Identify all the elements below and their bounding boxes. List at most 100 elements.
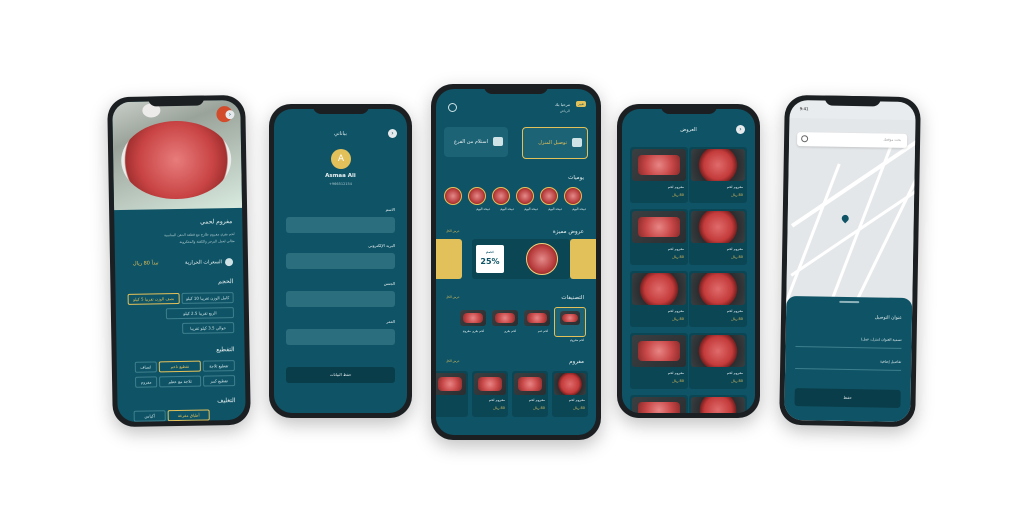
location-pin-icon[interactable] — [840, 213, 851, 224]
daily-item-image[interactable] — [444, 187, 462, 205]
size-option[interactable]: الربع تقريبا 2.5 كيلو — [165, 307, 235, 320]
product-card[interactable]: مفروم لحم 80 ريال — [512, 371, 548, 417]
product-card[interactable]: مفروم لحم 80 ريال — [552, 371, 588, 417]
notch — [312, 104, 369, 114]
daily-item-label: ذبيحة اليوم — [476, 207, 490, 211]
offer-card[interactable]: مفروم لحم 80 ريال — [630, 147, 688, 203]
search-icon — [801, 135, 809, 143]
delivery-home-label: توصيل المنزل — [538, 140, 567, 146]
offer-card[interactable]: مفروم لحم 80 ريال — [630, 209, 688, 265]
name-field[interactable] — [286, 217, 395, 233]
back-icon[interactable]: › — [388, 129, 397, 138]
offer-name: مفروم لحم — [667, 185, 684, 189]
cutting-option[interactable]: انصاف — [134, 361, 157, 373]
offer-name: مفروم لحم — [667, 371, 684, 375]
save-button[interactable]: حفظ البيانات — [286, 367, 395, 383]
daily-item-image[interactable] — [564, 187, 582, 205]
cutting-option[interactable]: مفروم — [135, 376, 158, 388]
category-label: لحم غنم — [537, 329, 548, 333]
cutting-option[interactable]: تقطيع ثلاجة — [202, 360, 235, 372]
view-all-link[interactable]: عرض الكل — [446, 295, 460, 299]
email-field[interactable] — [286, 253, 395, 269]
product-card[interactable] — [436, 371, 468, 417]
save-button-label: حفظ البيانات — [329, 372, 352, 377]
category-card-selected[interactable] — [554, 307, 586, 337]
discount-card: خصم 25% — [476, 245, 504, 273]
offer-banner-side[interactable] — [570, 239, 596, 279]
offer-card[interactable]: مفروم لحم 80 ريال — [689, 271, 747, 327]
menu-icon[interactable] — [448, 103, 457, 112]
search-input[interactable]: بحث موقعك — [796, 132, 908, 148]
cutting-option[interactable]: ثلاجة مع عظم — [159, 375, 202, 388]
view-all-link[interactable]: عرض الكل — [446, 229, 460, 233]
offer-card[interactable]: مفروم لحم 80 ريال — [630, 333, 688, 389]
age-field[interactable] — [286, 329, 395, 345]
size-option[interactable]: كامل الوزن تقريبا 10 كيلو — [181, 292, 234, 304]
offer-image — [691, 211, 745, 243]
product-image — [474, 373, 506, 395]
product-price: 80 ريال — [573, 406, 585, 410]
map-area[interactable] — [784, 117, 916, 324]
offer-name: مفروم لحم — [726, 309, 743, 313]
categories-heading: التصنيفات — [561, 295, 584, 301]
product-card[interactable]: مفروم لحم 80 ريال — [472, 371, 508, 417]
offer-price: 80 ريال — [731, 379, 743, 383]
offer-price: 80 ريال — [672, 317, 684, 321]
daily-item-label: ذبيحة اليوم — [524, 207, 538, 211]
notch — [148, 95, 205, 107]
category-image[interactable] — [492, 310, 518, 326]
offer-banner-side[interactable] — [436, 239, 462, 279]
product-image — [436, 373, 466, 395]
category-image[interactable] — [460, 310, 486, 326]
status-time: 9:41 — [799, 106, 809, 112]
avatar[interactable]: A — [331, 149, 351, 169]
offer-image — [632, 149, 686, 181]
daily-item-image[interactable] — [516, 187, 534, 205]
size-option[interactable]: نصف الوزن تقريبا 5 كيلو — [127, 292, 180, 305]
view-all-link[interactable]: عرض الكل — [446, 359, 460, 363]
pickup-button[interactable]: استلام من الفرع — [444, 127, 508, 157]
daily-item-image[interactable] — [492, 187, 510, 205]
packing-option[interactable]: أطباق مفرغة — [167, 409, 210, 422]
offer-card[interactable]: مفروم لحم 80 ريال — [630, 271, 688, 327]
back-icon[interactable]: › — [736, 125, 745, 134]
sheet-handle[interactable] — [839, 300, 860, 304]
address-sheet: عنوان التوصيل تسمية العنوان (منزل، عمل) … — [784, 295, 913, 423]
cutting-option[interactable]: تقطيع كبير — [203, 375, 236, 387]
product-title: مفروم لحمي — [200, 218, 233, 226]
offer-card[interactable]: مفروم لحم 80 ريال — [689, 209, 747, 265]
field-label-gender: الجنس — [383, 281, 395, 286]
category-image[interactable] — [524, 310, 550, 326]
discount-label: خصم — [485, 249, 495, 254]
offer-image — [632, 397, 686, 413]
offer-image — [691, 397, 745, 413]
save-address-label: حفظ — [843, 394, 852, 401]
offer-banner[interactable]: خصم 25% — [472, 239, 570, 279]
phone-home: مرحبا بك الرياض تغيير توصيل المنزل استلا… — [431, 84, 601, 440]
daily-item-image[interactable] — [540, 187, 558, 205]
divider — [795, 368, 902, 371]
gender-field[interactable] — [286, 291, 395, 307]
daily-item-label: ذبيحة اليوم — [500, 207, 514, 211]
phone-product-details: › مفروم لحمي لحم بقري مفروم طازج مع قطعة… — [107, 94, 251, 428]
offer-price: 80 ريال — [672, 379, 684, 383]
offer-card[interactable] — [630, 395, 688, 413]
offer-card[interactable]: مفروم لحم 80 ريال — [689, 333, 747, 389]
offer-card[interactable]: مفروم لحم 80 ريال — [689, 147, 747, 203]
packing-option[interactable]: أكياس — [133, 410, 166, 422]
category-label: لحم بقري — [503, 329, 516, 333]
offer-card[interactable] — [689, 395, 747, 413]
product-image — [554, 373, 586, 395]
address-label-field[interactable]: تسمية العنوان (منزل، عمل) — [861, 337, 902, 342]
cutting-option[interactable]: تقطيع ناعم — [158, 360, 201, 373]
user-name: Asmaa Ali — [325, 173, 356, 179]
address-details-field[interactable]: تفاصيل إضافية — [880, 360, 901, 364]
size-option[interactable]: حوالي 3.5 كيلو تقريبا — [182, 322, 235, 334]
map-screen: 9:41 بحث موقعك عنوان التوصيل تسمية العنو… — [784, 99, 916, 423]
back-icon[interactable]: › — [225, 110, 235, 120]
delivery-home-button[interactable]: توصيل المنزل — [522, 127, 588, 159]
product-image — [112, 99, 243, 211]
change-location-badge[interactable]: تغيير — [576, 101, 586, 107]
daily-item-image[interactable] — [468, 187, 486, 205]
save-address-button[interactable]: حفظ — [794, 388, 901, 408]
